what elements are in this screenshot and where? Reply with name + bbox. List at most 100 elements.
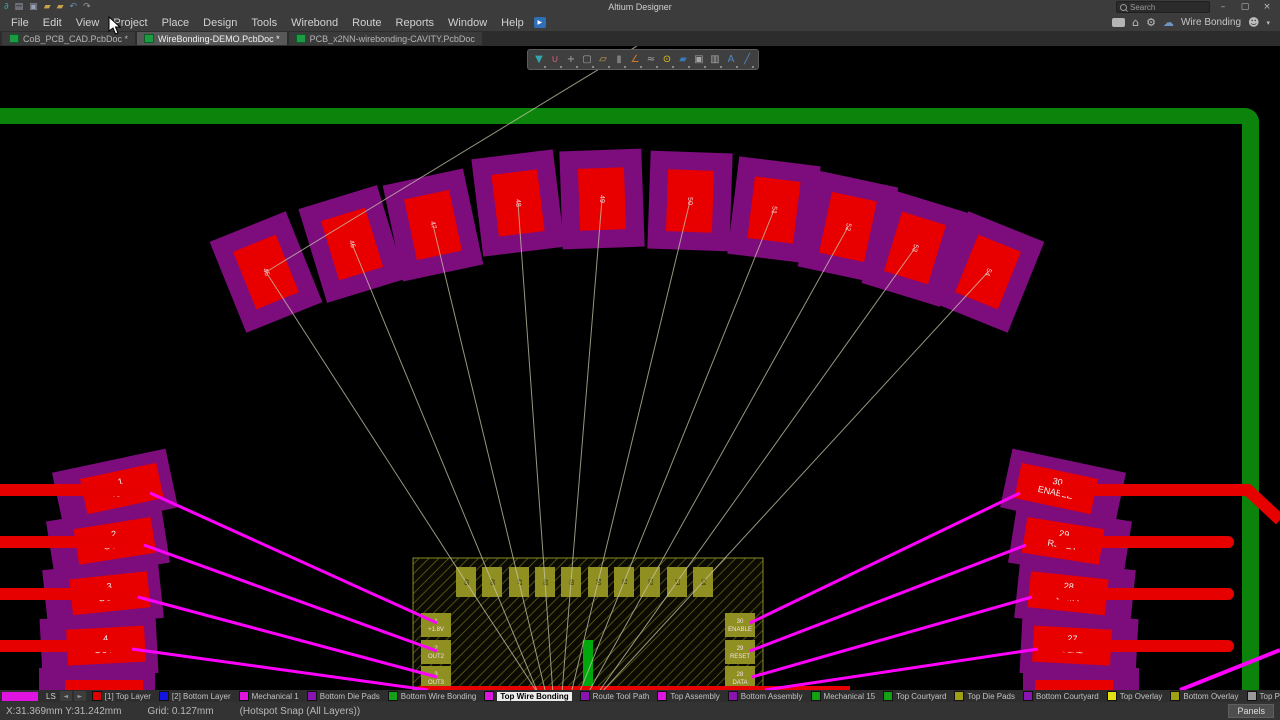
- minimize-button[interactable]: –: [1214, 2, 1232, 12]
- layer-tab[interactable]: Bottom Wire Bonding: [388, 691, 477, 701]
- search-input[interactable]: Search: [1116, 1, 1210, 13]
- room-icon[interactable]: ▣: [691, 52, 707, 68]
- document-tab[interactable]: CoB_PCB_CAD.PcbDoc *: [2, 32, 135, 45]
- left-cluster-pad[interactable]: [39, 668, 155, 690]
- help-extension-icon[interactable]: ▶: [534, 17, 546, 28]
- bond-wire[interactable]: [752, 597, 1032, 677]
- save-all-icon[interactable]: ▣: [29, 3, 38, 12]
- altium-logo-icon[interactable]: ∂: [4, 3, 9, 12]
- home-icon[interactable]: ⌂: [1132, 17, 1139, 28]
- bond-wire[interactable]: [132, 649, 428, 690]
- menu-window[interactable]: Window: [441, 17, 494, 29]
- gear-icon[interactable]: ⚙: [1146, 17, 1156, 28]
- menu-project[interactable]: Project: [106, 17, 154, 29]
- menu-help[interactable]: Help: [494, 17, 531, 29]
- layer-color-swatch: [92, 691, 102, 701]
- layer-tab[interactable]: Mechanical 15: [811, 691, 876, 701]
- layer-tab[interactable]: Top Courtyard: [883, 691, 946, 701]
- chevron-down-icon[interactable]: ▾: [1266, 19, 1270, 27]
- layer-tab[interactable]: Top Paste: [1247, 691, 1280, 701]
- bond-wire[interactable]: [765, 649, 1038, 690]
- layer-color-swatch: [657, 691, 667, 701]
- menu-design[interactable]: Design: [196, 17, 244, 29]
- layer-tab-label: Top Overlay: [1120, 692, 1163, 701]
- redo-icon[interactable]: ↷: [83, 3, 91, 12]
- layer-tab[interactable]: Mechanical 1: [239, 691, 299, 701]
- bond-wire[interactable]: [138, 597, 437, 677]
- save-icon[interactable]: ▤: [15, 3, 24, 12]
- open-project-icon[interactable]: ▰: [57, 3, 64, 12]
- die-pad-number: 29: [737, 646, 744, 652]
- menu-reports[interactable]: Reports: [389, 17, 442, 29]
- corner-wire[interactable]: [1180, 650, 1280, 690]
- die-pad-net: OUT3: [428, 680, 445, 686]
- layer-tab-label: Top Die Pads: [967, 692, 1015, 701]
- user-icon[interactable]: ☻: [1248, 17, 1259, 28]
- layer-tab[interactable]: Top Die Pads: [954, 691, 1015, 701]
- undo-icon[interactable]: ↶: [70, 3, 78, 12]
- scroll-right-icon[interactable]: ►: [74, 691, 86, 701]
- restore-button[interactable]: ▢: [1236, 2, 1254, 12]
- layer-tab-label: Top Paste: [1260, 692, 1280, 701]
- move-icon[interactable]: +: [563, 52, 579, 68]
- pcb-editor-canvas[interactable]: ▼∪+▢▱▮∠≈⊙▰▣▥A╱ 454647484950515253541+1.8…: [0, 46, 1280, 690]
- layer-tab[interactable]: Top Overlay: [1107, 691, 1163, 701]
- layer-color-swatch: [954, 691, 964, 701]
- menu-file[interactable]: File: [4, 17, 36, 29]
- document-tab[interactable]: PCB_x2NN-wirebonding-CAVITY.PcbDoc: [289, 32, 482, 45]
- layer-color-swatch: [883, 691, 893, 701]
- bond-wire[interactable]: [150, 493, 437, 623]
- via-icon[interactable]: ≈: [643, 52, 659, 68]
- open-folder-icon[interactable]: ▰: [44, 3, 51, 12]
- right-cluster-pad[interactable]: [1023, 668, 1139, 690]
- pcbdoc-icon: [144, 34, 154, 43]
- layer-color-swatch: [728, 691, 738, 701]
- magnet-icon[interactable]: ∪: [547, 52, 563, 68]
- layer-tab[interactable]: Top Wire Bonding: [484, 691, 571, 701]
- pad-icon[interactable]: ▮: [611, 52, 627, 68]
- layer-tab[interactable]: Bottom Overlay: [1170, 691, 1238, 701]
- chart-icon[interactable]: ▥: [707, 52, 723, 68]
- layer-tab[interactable]: Bottom Courtyard: [1023, 691, 1099, 701]
- panels-button[interactable]: Panels: [1228, 704, 1274, 718]
- layer-sets-button[interactable]: LS: [42, 692, 60, 701]
- layer-tab[interactable]: Route Tool Path: [580, 691, 650, 701]
- menu-wirebond[interactable]: Wirebond: [284, 17, 345, 29]
- close-button[interactable]: ×: [1258, 2, 1276, 12]
- layer-color-swatch: [159, 691, 169, 701]
- die-pad-net: RESET: [730, 654, 750, 660]
- comment-icon[interactable]: [1112, 18, 1125, 27]
- bond-wire[interactable]: [144, 545, 437, 651]
- line-icon[interactable]: ╱: [739, 52, 755, 68]
- filter-icon[interactable]: ▼: [531, 52, 547, 68]
- layer-color-swatch: [307, 691, 317, 701]
- scroll-left-icon[interactable]: ◄: [60, 691, 72, 701]
- pcbdoc-icon: [296, 34, 306, 43]
- menu-place[interactable]: Place: [155, 17, 197, 29]
- select-area-icon[interactable]: ▢: [579, 52, 595, 68]
- die-pad-number: 28: [737, 672, 744, 678]
- polygon-pour-icon[interactable]: ▰: [675, 52, 691, 68]
- route-icon[interactable]: ∠: [627, 52, 643, 68]
- layer-tab[interactable]: [2] Bottom Layer: [159, 691, 231, 701]
- menu-edit[interactable]: Edit: [36, 17, 69, 29]
- layer-tab[interactable]: [1] Top Layer: [92, 691, 151, 701]
- title-bar: ∂▤▣▰▰↶↷ Altium Designer Search – ▢ ×: [0, 0, 1280, 14]
- die-right-pad[interactable]: [725, 613, 755, 637]
- workspace-label[interactable]: Wire Bonding: [1181, 17, 1241, 28]
- layer-tab[interactable]: Bottom Die Pads: [307, 691, 380, 701]
- pcb-board[interactable]: 454647484950515253541+1.8V2OUT23OUT330EN…: [0, 46, 1280, 690]
- menu-view[interactable]: View: [69, 17, 107, 29]
- menu-route[interactable]: Route: [345, 17, 388, 29]
- measure-icon[interactable]: ▱: [595, 52, 611, 68]
- layer-tab[interactable]: Bottom Assembly: [728, 691, 803, 701]
- bond-wire[interactable]: [750, 493, 1020, 623]
- document-tab[interactable]: WireBonding-DEMO.PcbDoc *: [137, 32, 287, 45]
- bond-wire[interactable]: [750, 545, 1026, 651]
- quick-access-toolbar: ∂ ▤ ▣ ▰ ▰ ↶ ↷: [4, 3, 91, 12]
- menu-tools[interactable]: Tools: [244, 17, 284, 29]
- layer-tab[interactable]: Top Assembly: [657, 691, 719, 701]
- bulb-icon[interactable]: ⊙: [659, 52, 675, 68]
- menu-items: FileEditViewProjectPlaceDesignToolsWireb…: [4, 17, 531, 29]
- text-icon[interactable]: A: [723, 52, 739, 68]
